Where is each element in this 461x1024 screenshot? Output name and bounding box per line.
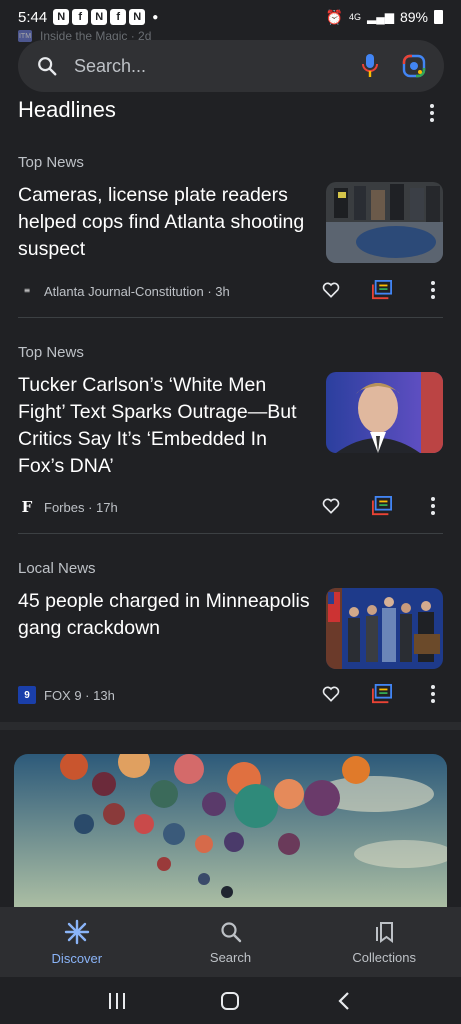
- nav-collections[interactable]: Collections: [307, 907, 461, 977]
- card-headline[interactable]: Tucker Carlson’s ‘White Men Fight’ Text …: [18, 372, 313, 480]
- google-lens-icon[interactable]: [402, 54, 426, 78]
- n-icon: N: [91, 9, 108, 25]
- card-headline[interactable]: Cameras, license plate readers helped co…: [18, 182, 313, 263]
- card-thumbnail[interactable]: [326, 182, 443, 263]
- dot-icon: ●: [152, 11, 159, 23]
- search-bar[interactable]: Search...: [18, 40, 444, 92]
- inside-the-magic-logo: ITM: [18, 30, 32, 42]
- nav-collections-label: Collections: [352, 949, 416, 965]
- card-thumbnail[interactable]: [326, 372, 443, 453]
- card-source: 9 FOX 9 · 13h: [18, 686, 115, 704]
- nav-search[interactable]: Search: [154, 907, 308, 977]
- section-title: Headlines: [18, 97, 116, 122]
- card-headline[interactable]: 45 people charged in Minneapolis gang cr…: [18, 588, 313, 642]
- nav-search-label: Search: [209, 949, 252, 965]
- card-actions: [321, 280, 443, 300]
- search-input[interactable]: Search...: [74, 56, 360, 77]
- home-icon[interactable]: [219, 990, 241, 1012]
- card-thumbnail[interactable]: [326, 588, 443, 669]
- card-source-text: Atlanta Journal-Constitution · 3h: [44, 283, 230, 299]
- heart-icon[interactable]: [321, 684, 341, 704]
- card-more-icon[interactable]: [423, 497, 443, 515]
- nav-discover[interactable]: Discover: [0, 907, 154, 977]
- network-label: 4G: [348, 12, 361, 22]
- heart-icon[interactable]: [321, 496, 341, 516]
- news-card[interactable]: Local News 45 people charged in Minneapo…: [18, 556, 443, 716]
- card-source: F Forbes · 17h: [18, 498, 118, 516]
- card-divider: [18, 533, 443, 534]
- section-more-icon[interactable]: [422, 104, 442, 122]
- forbes-logo-icon: F: [21, 498, 33, 516]
- full-coverage-icon[interactable]: [371, 496, 393, 516]
- card-category: Top News: [18, 154, 84, 171]
- facebook-icon: f: [110, 9, 127, 25]
- collections-icon: [376, 921, 394, 943]
- story-image[interactable]: [14, 754, 447, 924]
- bottom-navigation: Discover Search Collections: [0, 907, 461, 977]
- n-icon: N: [129, 9, 146, 25]
- fox9-logo-icon: 9: [18, 686, 36, 704]
- back-icon[interactable]: [333, 990, 355, 1012]
- news-card[interactable]: Top News Cameras, license plate readers …: [18, 150, 443, 315]
- news-card[interactable]: Top News Tucker Carlson’s ‘White Men Fig…: [18, 340, 443, 530]
- card-actions: [321, 496, 443, 516]
- card-source: ≡ Atlanta Journal-Constitution · 3h: [18, 282, 230, 300]
- status-time: 5:44: [18, 8, 48, 26]
- section-separator: [0, 722, 461, 730]
- card-more-icon[interactable]: [423, 685, 443, 703]
- battery-level: 89%: [399, 9, 428, 25]
- microphone-icon[interactable]: [360, 53, 380, 79]
- search-icon: [38, 57, 57, 76]
- full-coverage-icon[interactable]: [371, 684, 393, 704]
- notification-icons: N f N f N ●: [53, 9, 158, 25]
- card-divider: [18, 317, 443, 318]
- search-icon: [220, 921, 241, 942]
- recent-apps-icon[interactable]: [106, 991, 128, 1011]
- card-category: Top News: [18, 344, 84, 361]
- heart-icon[interactable]: [321, 280, 341, 300]
- card-category: Local News: [18, 560, 96, 577]
- card-more-icon[interactable]: [423, 281, 443, 299]
- system-navigation: [0, 977, 461, 1024]
- battery-icon: [434, 10, 443, 24]
- n-icon: N: [53, 9, 70, 25]
- status-right: ⏰ 4G ▂▄▆ 89%: [326, 9, 443, 26]
- discover-icon: [64, 919, 90, 944]
- full-coverage-icon[interactable]: [371, 280, 393, 300]
- nav-discover-label: Discover: [51, 950, 103, 966]
- card-actions: [321, 684, 443, 704]
- alarm-icon: ⏰: [325, 8, 343, 25]
- card-source-text: FOX 9 · 13h: [44, 687, 115, 703]
- ajc-logo-icon: ≡: [23, 286, 31, 295]
- facebook-icon: f: [72, 9, 89, 25]
- signal-icon: ▂▄▆: [367, 10, 394, 24]
- card-source-text: Forbes · 17h: [44, 499, 118, 515]
